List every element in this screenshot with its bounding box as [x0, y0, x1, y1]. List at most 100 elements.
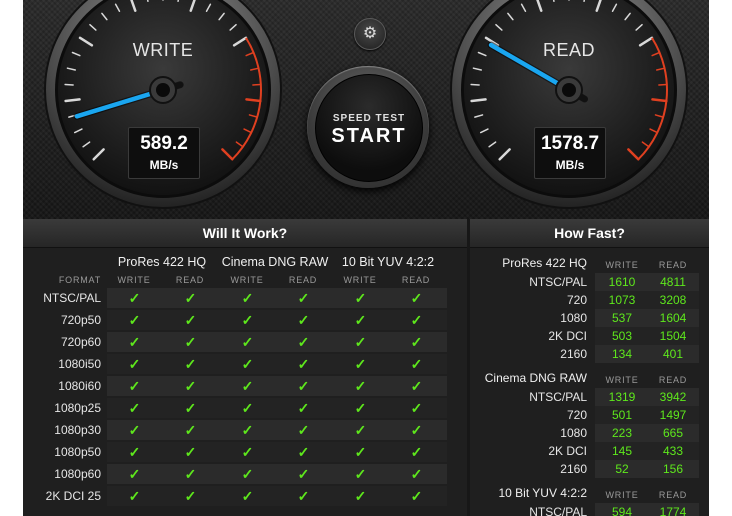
how-fast-group-title: Cinema DNG RAW — [484, 371, 587, 385]
check-icon: ✓ — [184, 444, 197, 460]
check-icon: ✓ — [354, 312, 367, 328]
format-row-cells: ✓ ✓ ✓ ✓ ✓ ✓ — [107, 310, 447, 330]
format-row: 720p60 ✓ ✓ ✓ ✓ ✓ ✓ — [23, 332, 447, 352]
how-fast-write-fps: 503 — [611, 329, 633, 343]
format-row-cells: ✓ ✓ ✓ ✓ ✓ ✓ — [107, 464, 447, 484]
check-icon: ✓ — [184, 488, 197, 504]
how-fast-row: 2160 134 401 — [470, 345, 700, 363]
check-icon: ✓ — [354, 422, 367, 438]
settings-button[interactable]: ⚙ — [354, 18, 386, 50]
check-icon: ✓ — [184, 290, 197, 306]
check-icon: ✓ — [354, 466, 367, 482]
check-icon: ✓ — [184, 356, 197, 372]
format-row-cells: ✓ ✓ ✓ ✓ ✓ ✓ — [107, 376, 447, 396]
format-row: 1080p50 ✓ ✓ ✓ ✓ ✓ ✓ — [23, 442, 447, 462]
read-speed-value: 1578.7 — [540, 133, 600, 154]
check-icon: ✓ — [241, 378, 254, 394]
how-fast-write-fps: 594 — [611, 505, 633, 516]
how-fast-panel: How Fast? ProRes 422 HQ WRITE READ NTSC/PAL… — [470, 219, 709, 516]
write-column-label: WRITE — [605, 490, 639, 500]
check-icon: ✓ — [297, 488, 310, 504]
check-icon: ✓ — [354, 400, 367, 416]
start-button[interactable]: SPEED TEST START — [307, 66, 429, 188]
how-fast-row: NTSC/PAL 1319 3942 — [470, 388, 700, 406]
read-column-label: READ — [658, 490, 688, 500]
how-fast-row: 2K DCI 503 1504 — [470, 327, 700, 345]
check-icon: ✓ — [241, 488, 254, 504]
check-icon: ✓ — [354, 356, 367, 372]
write-speed-value: 589.2 — [140, 133, 188, 154]
how-fast-format-label: 1080 — [560, 426, 587, 440]
check-icon: ✓ — [297, 378, 310, 394]
format-row-label: 1080p50 — [54, 445, 101, 459]
check-icon: ✓ — [128, 334, 141, 350]
check-icon: ✓ — [241, 466, 254, 482]
check-icon: ✓ — [241, 290, 254, 306]
how-fast-read-fps: 401 — [662, 347, 684, 361]
how-fast-write-fps: 134 — [611, 347, 633, 361]
check-icon: ✓ — [354, 378, 367, 394]
check-icon: ✓ — [297, 400, 310, 416]
read-tick — [651, 98, 668, 103]
format-row: 1080i60 ✓ ✓ ✓ ✓ ✓ ✓ — [23, 376, 447, 396]
read-column-label: READ — [401, 275, 431, 285]
format-row-cells: ✓ ✓ ✓ ✓ ✓ ✓ — [107, 398, 447, 418]
check-icon: ✓ — [297, 466, 310, 482]
how-fast-format-label: 2K DCI — [548, 444, 587, 458]
how-fast-format-label: 720 — [566, 293, 587, 307]
write-column-label: WRITE — [605, 375, 639, 385]
how-fast-write-fps: 501 — [611, 408, 633, 422]
check-icon: ✓ — [184, 334, 197, 350]
format-row-cells: ✓ ✓ ✓ ✓ ✓ ✓ — [107, 354, 447, 374]
check-icon: ✓ — [241, 422, 254, 438]
check-icon: ✓ — [410, 334, 423, 350]
check-icon: ✓ — [410, 290, 423, 306]
check-icon: ✓ — [128, 400, 141, 416]
format-row: 1080i50 ✓ ✓ ✓ ✓ ✓ ✓ — [23, 354, 447, 374]
check-icon: ✓ — [128, 444, 141, 460]
how-fast-write-fps: 1073 — [608, 293, 636, 307]
how-fast-group-title: ProRes 422 HQ — [502, 256, 587, 270]
check-icon: ✓ — [184, 400, 197, 416]
write-column-label: WRITE — [343, 275, 377, 285]
how-fast-read-fps: 3942 — [659, 390, 687, 404]
start-button-label: START — [331, 125, 407, 147]
check-icon: ✓ — [297, 290, 310, 306]
check-icon: ✓ — [410, 378, 423, 394]
check-icon: ✓ — [241, 334, 254, 350]
check-icon: ✓ — [410, 466, 423, 482]
write-speed-unit: MB/s — [149, 158, 179, 172]
read-readout: 1578.7 MB/s — [534, 127, 606, 179]
check-icon: ✓ — [410, 444, 423, 460]
check-icon: ✓ — [354, 488, 367, 504]
check-icon: ✓ — [410, 422, 423, 438]
how-fast-format-label: 2160 — [560, 462, 587, 476]
read-column-label: READ — [175, 275, 205, 285]
how-fast-format-label: 720 — [566, 408, 587, 422]
format-row-label: 1080i50 — [58, 357, 101, 371]
check-icon: ✓ — [297, 334, 310, 350]
read-column-label: READ — [288, 275, 318, 285]
codec-header-yuv: 10 Bit YUV 4:2:2 — [341, 255, 435, 269]
how-fast-row: NTSC/PAL 594 1774 — [470, 503, 700, 516]
check-icon: ✓ — [354, 290, 367, 306]
how-fast-write-fps: 52 — [615, 462, 629, 476]
check-icon: ✓ — [354, 334, 367, 350]
check-icon: ✓ — [128, 422, 141, 438]
check-icon: ✓ — [128, 356, 141, 372]
check-icon: ✓ — [241, 356, 254, 372]
write-hub-center — [156, 83, 170, 97]
check-icon: ✓ — [410, 356, 423, 372]
how-fast-write-fps: 223 — [611, 426, 633, 440]
format-row-label: 720p60 — [60, 335, 101, 349]
check-icon: ✓ — [184, 422, 197, 438]
codec-header-prores: ProRes 422 HQ — [117, 255, 207, 269]
read-gauge-title: READ — [542, 40, 595, 60]
how-fast-row: 720 1073 3208 — [470, 291, 700, 309]
check-icon: ✓ — [354, 444, 367, 460]
how-fast-format-label: 2160 — [560, 347, 587, 361]
check-icon: ✓ — [128, 312, 141, 328]
check-icon: ✓ — [184, 378, 197, 394]
write-column-label: WRITE — [230, 275, 264, 285]
check-icon: ✓ — [297, 312, 310, 328]
